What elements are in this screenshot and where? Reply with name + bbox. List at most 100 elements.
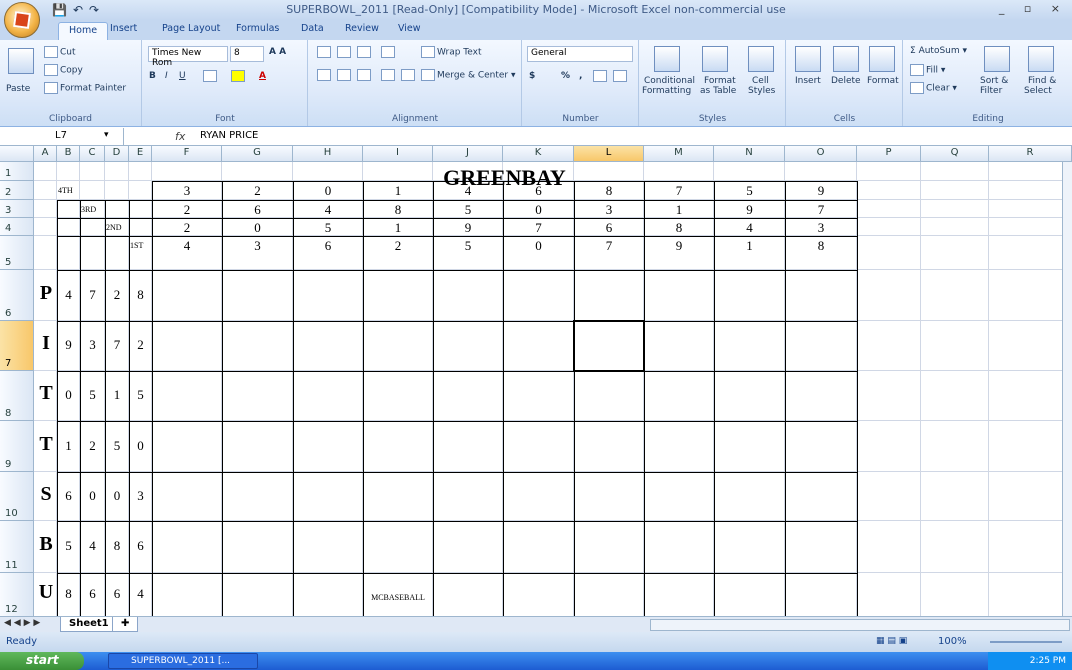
- pittsburgh-number[interactable]: 6: [105, 586, 129, 602]
- find-select-label2[interactable]: Select: [1024, 86, 1052, 96]
- grow-font-button[interactable]: A A: [269, 47, 286, 57]
- decrease-decimal-icon[interactable]: [613, 70, 627, 82]
- currency-button[interactable]: $: [529, 71, 535, 81]
- fx-icon[interactable]: fx: [175, 130, 185, 143]
- greenbay-number[interactable]: 8: [644, 220, 714, 236]
- row-header[interactable]: 3: [0, 200, 34, 218]
- pittsburgh-number[interactable]: 8: [129, 287, 152, 303]
- greenbay-number[interactable]: 3: [574, 202, 644, 218]
- pittsburgh-letter[interactable]: S: [37, 483, 55, 506]
- row-header[interactable]: 12: [0, 573, 34, 616]
- delete-cells-icon[interactable]: [833, 46, 859, 72]
- zoom-level[interactable]: 100%: [938, 636, 967, 647]
- format-painter-button[interactable]: Format Painter: [44, 82, 126, 94]
- format-table-label2[interactable]: as Table: [700, 86, 736, 96]
- window-controls[interactable]: _ ▫ ×: [999, 2, 1068, 15]
- pittsburgh-number[interactable]: 0: [80, 488, 105, 504]
- greenbay-number[interactable]: 0: [503, 202, 574, 218]
- column-header[interactable]: E: [129, 146, 152, 162]
- sort-filter-icon[interactable]: [984, 46, 1010, 72]
- quarter-label[interactable]: 3RD: [81, 205, 96, 214]
- column-header[interactable]: F: [152, 146, 222, 162]
- pittsburgh-number[interactable]: 5: [80, 387, 105, 403]
- pittsburgh-number[interactable]: 7: [80, 287, 105, 303]
- greenbay-number[interactable]: 5: [433, 238, 503, 254]
- greenbay-number[interactable]: 2: [222, 183, 293, 199]
- sort-filter-label2[interactable]: Filter: [980, 86, 1002, 96]
- pittsburgh-number[interactable]: 0: [57, 387, 80, 403]
- greenbay-number[interactable]: 9: [433, 220, 503, 236]
- tab-home[interactable]: Home: [58, 22, 109, 40]
- conditional-formatting-icon[interactable]: [654, 46, 680, 72]
- column-header[interactable]: B: [57, 146, 80, 162]
- underline-button[interactable]: U: [179, 71, 186, 81]
- pittsburgh-number[interactable]: 5: [57, 538, 80, 554]
- pittsburgh-number[interactable]: 0: [129, 438, 152, 454]
- pittsburgh-number[interactable]: 5: [105, 438, 129, 454]
- greenbay-number[interactable]: 4: [293, 202, 363, 218]
- square-name[interactable]: MCBASEBALL: [363, 593, 433, 602]
- pittsburgh-number[interactable]: 2: [80, 438, 105, 454]
- column-header[interactable]: G: [222, 146, 293, 162]
- pittsburgh-number[interactable]: 3: [80, 337, 105, 353]
- align-left-icon[interactable]: [317, 69, 331, 81]
- row-header[interactable]: 11: [0, 521, 34, 573]
- pittsburgh-number[interactable]: 6: [57, 488, 80, 504]
- align-top-icon[interactable]: [317, 46, 331, 58]
- column-header[interactable]: P: [857, 146, 921, 162]
- bold-button[interactable]: B: [149, 71, 156, 81]
- pittsburgh-letter[interactable]: T: [37, 382, 55, 405]
- binoculars-icon[interactable]: [1028, 46, 1054, 72]
- greenbay-number[interactable]: 5: [293, 220, 363, 236]
- pittsburgh-letter[interactable]: U: [37, 581, 55, 604]
- format-table-label[interactable]: Format: [704, 76, 736, 86]
- formula-content[interactable]: RYAN PRICE: [200, 130, 258, 141]
- column-header[interactable]: C: [80, 146, 105, 162]
- increase-indent-icon[interactable]: [401, 69, 415, 81]
- tab-data[interactable]: Data: [301, 23, 324, 34]
- align-middle-icon[interactable]: [337, 46, 351, 58]
- cell-styles-label2[interactable]: Styles: [748, 86, 775, 96]
- greenbay-number[interactable]: 7: [503, 220, 574, 236]
- quarter-label[interactable]: 2ND: [106, 223, 122, 232]
- insert-sheet-icon[interactable]: ✚: [112, 617, 138, 632]
- pittsburgh-number[interactable]: 1: [105, 387, 129, 403]
- greenbay-number[interactable]: 7: [785, 202, 857, 218]
- pittsburgh-number[interactable]: 2: [129, 337, 152, 353]
- paste-button[interactable]: Paste: [6, 84, 30, 94]
- greenbay-number[interactable]: 3: [152, 183, 222, 199]
- greenbay-number[interactable]: 4: [433, 183, 503, 199]
- greenbay-number[interactable]: 4: [714, 220, 785, 236]
- column-header[interactable]: H: [293, 146, 363, 162]
- column-header[interactable]: A: [34, 146, 57, 162]
- pittsburgh-number[interactable]: 8: [57, 586, 80, 602]
- tab-page-layout[interactable]: Page Layout: [162, 23, 220, 34]
- greenbay-number[interactable]: 6: [293, 238, 363, 254]
- tab-insert[interactable]: Insert: [110, 23, 137, 34]
- sheet-nav-arrows-icon[interactable]: ◀ ◀ ▶ ▶: [4, 618, 40, 628]
- greenbay-number[interactable]: 8: [363, 202, 433, 218]
- fill-color-icon[interactable]: [231, 70, 245, 82]
- row-header[interactable]: 6: [0, 270, 34, 321]
- cut-button[interactable]: Cut: [44, 46, 76, 58]
- fill-button[interactable]: Fill ▾: [910, 64, 945, 76]
- pittsburgh-letter[interactable]: B: [37, 533, 55, 556]
- greenbay-number[interactable]: 0: [503, 238, 574, 254]
- greenbay-number[interactable]: 2: [363, 238, 433, 254]
- greenbay-number[interactable]: 9: [644, 238, 714, 254]
- greenbay-number[interactable]: 5: [714, 183, 785, 199]
- row-header[interactable]: 5: [0, 236, 34, 270]
- conditional-formatting-label2[interactable]: Formatting: [642, 86, 691, 96]
- column-header[interactable]: M: [644, 146, 714, 162]
- select-all-corner[interactable]: [0, 146, 34, 162]
- greenbay-number[interactable]: 2: [152, 220, 222, 236]
- tab-review[interactable]: Review: [345, 23, 379, 34]
- pittsburgh-number[interactable]: 0: [105, 488, 129, 504]
- clear-button[interactable]: Clear ▾: [910, 82, 957, 94]
- horizontal-scrollbar[interactable]: [650, 619, 1070, 631]
- align-bottom-icon[interactable]: [357, 46, 371, 58]
- column-header[interactable]: Q: [921, 146, 989, 162]
- column-header[interactable]: D: [105, 146, 129, 162]
- sort-filter-label[interactable]: Sort &: [980, 76, 1008, 86]
- pittsburgh-number[interactable]: 3: [129, 488, 152, 504]
